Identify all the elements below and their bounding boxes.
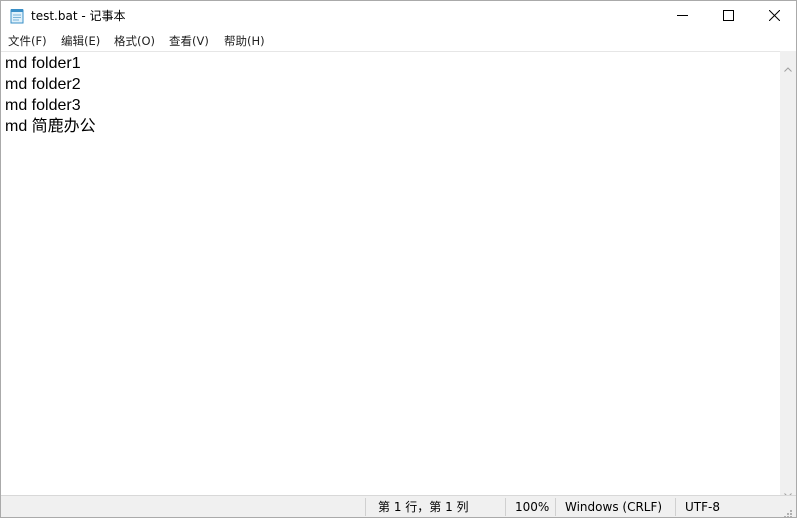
editor-line: md folder2 — [5, 76, 81, 93]
editor-line: md folder1 — [5, 55, 81, 72]
status-bar: 第 1 行，第 1 列 100% Windows (CRLF) UTF-8 — [1, 495, 796, 517]
close-button[interactable] — [751, 1, 796, 31]
editor-line: md folder3 — [5, 97, 81, 114]
menu-file[interactable]: 文件(F) — [8, 33, 47, 49]
encoding: UTF-8 — [685, 500, 720, 514]
menu-help[interactable]: 帮助(H) — [224, 33, 265, 49]
maximize-icon — [723, 10, 734, 21]
status-divider — [365, 498, 366, 516]
minimize-icon — [677, 15, 688, 16]
menu-view[interactable]: 查看(V) — [169, 33, 209, 49]
menu-bar: 文件(F) 编辑(E) 格式(O) 查看(V) 帮助(H) — [1, 31, 796, 51]
editor-line: md 简鹿办公 — [5, 118, 96, 135]
cursor-position: 第 1 行，第 1 列 — [378, 500, 469, 514]
minimize-button[interactable] — [659, 1, 705, 31]
title-bar[interactable]: test.bat - 记事本 — [1, 1, 796, 31]
resize-grip-icon[interactable] — [782, 504, 793, 517]
menu-format[interactable]: 格式(O) — [114, 33, 155, 49]
close-icon — [769, 10, 780, 21]
maximize-button[interactable] — [705, 1, 751, 31]
status-divider — [555, 498, 556, 516]
notepad-icon — [10, 8, 24, 24]
status-divider — [505, 498, 506, 516]
zoom-level: 100% — [515, 500, 550, 514]
menu-edit[interactable]: 编辑(E) — [61, 33, 100, 49]
text-editor[interactable]: md folder1 md folder2 md folder3 md 简鹿办公 — [1, 51, 780, 496]
notepad-window: test.bat - 记事本 文件(F) 编辑(E) 格式(O) 查看(V) 帮… — [0, 0, 797, 518]
line-ending: Windows (CRLF) — [565, 500, 663, 514]
scroll-up-arrow-icon[interactable] — [784, 57, 792, 76]
window-title: test.bat - 记事本 — [31, 9, 126, 23]
status-divider — [675, 498, 676, 516]
vertical-scrollbar[interactable] — [780, 51, 796, 498]
